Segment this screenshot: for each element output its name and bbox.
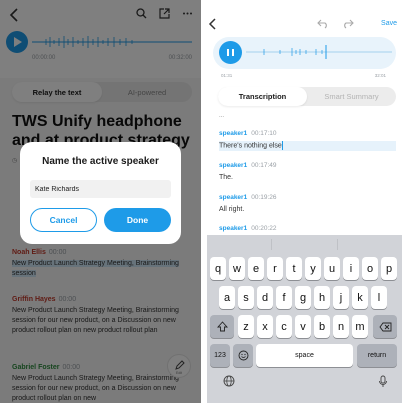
shift-icon	[216, 321, 228, 332]
key-g[interactable]: g	[295, 286, 311, 309]
keyboard-suggestion-bar	[207, 235, 402, 254]
key-q[interactable]: q	[210, 257, 226, 280]
speaker-label: speaker1	[219, 225, 248, 232]
key-y[interactable]: y	[305, 257, 321, 280]
tab-smart-summary[interactable]: Smart Summary	[307, 87, 396, 106]
key-x[interactable]: x	[257, 315, 273, 338]
right-tab-bar: Transcription Smart Summary	[218, 87, 396, 106]
emoji-key[interactable]	[233, 344, 253, 367]
speaker-name: speaker1 00:19:26	[219, 194, 401, 201]
key-j[interactable]: j	[333, 286, 349, 309]
redo-icon[interactable]	[341, 18, 354, 29]
key-s[interactable]: s	[238, 286, 254, 309]
key-r[interactable]: r	[267, 257, 283, 280]
key-n[interactable]: n	[333, 315, 349, 338]
segment-time: 00:17:49	[251, 162, 277, 169]
segment-text: The.	[219, 174, 234, 181]
current-time: 01:31	[221, 73, 233, 78]
suggestion-slot[interactable]	[338, 239, 402, 250]
key-l[interactable]: l	[371, 286, 387, 309]
microphone-icon[interactable]	[378, 375, 388, 388]
total-time: 32:01	[374, 73, 386, 78]
key-u[interactable]: u	[324, 257, 340, 280]
right-time-range: 01:31 32:01	[221, 73, 386, 78]
speaker-label: speaker1	[219, 194, 248, 201]
speaker-label: speaker1	[219, 130, 248, 137]
dialog-title: Name the active speaker	[42, 156, 159, 167]
segment-time: 00:20:22	[251, 225, 277, 232]
back-arrow-icon[interactable]	[207, 17, 219, 31]
text-caret	[281, 141, 283, 150]
segment-time: 00:19:26	[251, 194, 277, 201]
transcript-segment[interactable]: speaker1 00:20:22	[219, 225, 401, 232]
backspace-icon	[378, 322, 391, 331]
key-k[interactable]: k	[352, 286, 368, 309]
shift-key[interactable]	[210, 315, 234, 338]
speaker-name: speaker1 00:17:49	[219, 162, 401, 169]
segment-text: There's nothing else	[219, 142, 282, 150]
speaker-label: speaker1	[219, 162, 248, 169]
return-key[interactable]: return	[357, 344, 397, 367]
undo-icon[interactable]	[317, 18, 330, 29]
truncation-ellipsis: ...	[219, 113, 225, 119]
left-screen: 00:00:00 00:32:00 Relay the text AI-powe…	[0, 0, 201, 403]
key-d[interactable]: d	[257, 286, 273, 309]
segment-time: 00:17:10	[251, 130, 277, 137]
transcript-segment[interactable]: speaker1 00:17:10 There's nothing else	[219, 130, 401, 151]
key-p[interactable]: p	[381, 257, 397, 280]
key-m[interactable]: m	[352, 315, 368, 338]
transcript-segment[interactable]: speaker1 00:17:49 The.	[219, 162, 401, 183]
key-f[interactable]: f	[276, 286, 292, 309]
cancel-button[interactable]: Cancel	[30, 208, 97, 232]
segment-text: All right.	[219, 206, 245, 213]
key-i[interactable]: i	[343, 257, 359, 280]
speaker-name: speaker1 00:17:10	[219, 130, 401, 137]
speaker-name-input[interactable]	[30, 180, 171, 198]
key-o[interactable]: o	[362, 257, 378, 280]
key-t[interactable]: t	[286, 257, 302, 280]
done-button[interactable]: Done	[104, 208, 171, 232]
backspace-key[interactable]	[373, 315, 397, 338]
key-b[interactable]: b	[314, 315, 330, 338]
key-e[interactable]: e	[248, 257, 264, 280]
rename-speaker-dialog: Name the active speaker Cancel Done	[20, 142, 181, 244]
suggestion-slot[interactable]	[272, 239, 338, 250]
key-a[interactable]: a	[219, 286, 235, 309]
key-h[interactable]: h	[314, 286, 330, 309]
pause-button[interactable]	[219, 41, 242, 64]
numbers-key[interactable]: 123	[210, 344, 230, 367]
onscreen-keyboard: q w e r t y u i o p a s d f g h j k l z …	[207, 235, 402, 403]
emoji-icon	[238, 350, 248, 361]
right-screen: Save 01:31 32:01 Transcription Smart Sum…	[207, 0, 402, 403]
space-key[interactable]: space	[256, 344, 353, 367]
segment-text-editor[interactable]: There's nothing else	[219, 141, 396, 151]
transcript-segment[interactable]: speaker1 00:19:26 All right.	[219, 194, 401, 215]
waveform[interactable]	[246, 45, 392, 59]
globe-icon[interactable]	[223, 375, 235, 387]
key-v[interactable]: v	[295, 315, 311, 338]
save-button[interactable]: Save	[381, 20, 397, 27]
tab-transcription[interactable]: Transcription	[218, 87, 307, 106]
key-w[interactable]: w	[229, 257, 245, 280]
suggestion-slot[interactable]	[207, 239, 273, 250]
speaker-name: speaker1 00:20:22	[219, 225, 401, 232]
key-c[interactable]: c	[276, 315, 292, 338]
key-z[interactable]: z	[238, 315, 254, 338]
